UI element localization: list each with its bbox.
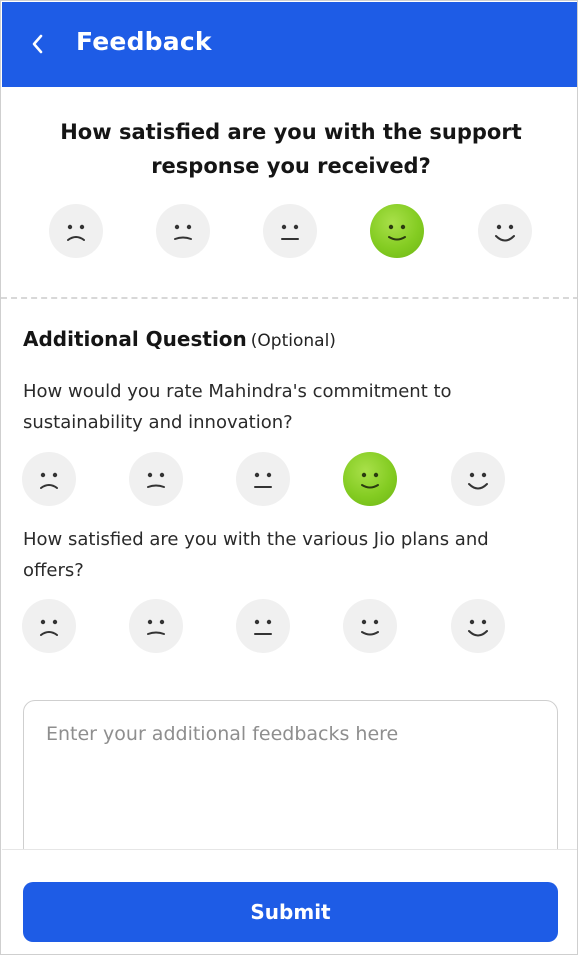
jio-plans-question-text: How satisfied are you with the various J…	[23, 529, 489, 581]
additional-question-title: Additional Question	[23, 327, 247, 351]
feedback-screen: Feedback How satisfied are you with the …	[0, 0, 578, 955]
neutral-face-icon[interactable]	[236, 452, 290, 506]
very-sad-face-icon[interactable]	[22, 452, 76, 506]
happy-face-icon[interactable]	[343, 599, 397, 653]
sad-face-icon[interactable]	[156, 204, 210, 258]
very-happy-face-icon[interactable]	[451, 599, 505, 653]
very-happy-face-icon[interactable]	[451, 452, 505, 506]
neutral-face-icon[interactable]	[263, 204, 317, 258]
submit-button[interactable]: Submit	[23, 882, 558, 942]
back-button[interactable]	[24, 28, 52, 60]
sad-face-icon[interactable]	[129, 599, 183, 653]
section-divider	[1, 297, 577, 299]
sad-face-icon[interactable]	[129, 452, 183, 506]
chevron-left-icon	[32, 34, 43, 54]
app-bar: Feedback	[2, 2, 577, 87]
additional-question-heading: Additional Question (Optional)	[23, 327, 336, 351]
very-sad-face-icon[interactable]	[22, 599, 76, 653]
submit-button-label: Submit	[250, 900, 331, 924]
main-question-text: How satisfied are you with the support r…	[60, 120, 522, 178]
page-title: Feedback	[76, 27, 212, 56]
neutral-face-icon[interactable]	[236, 599, 290, 653]
very-sad-face-icon[interactable]	[49, 204, 103, 258]
happy-face-icon[interactable]	[343, 452, 397, 506]
happy-face-icon[interactable]	[370, 204, 424, 258]
optional-label: (Optional)	[250, 331, 336, 351]
very-happy-face-icon[interactable]	[478, 204, 532, 258]
sustainability-question-text: How would you rate Mahindra's commitment…	[23, 381, 452, 433]
bottom-action-bar: Submit	[2, 849, 577, 954]
